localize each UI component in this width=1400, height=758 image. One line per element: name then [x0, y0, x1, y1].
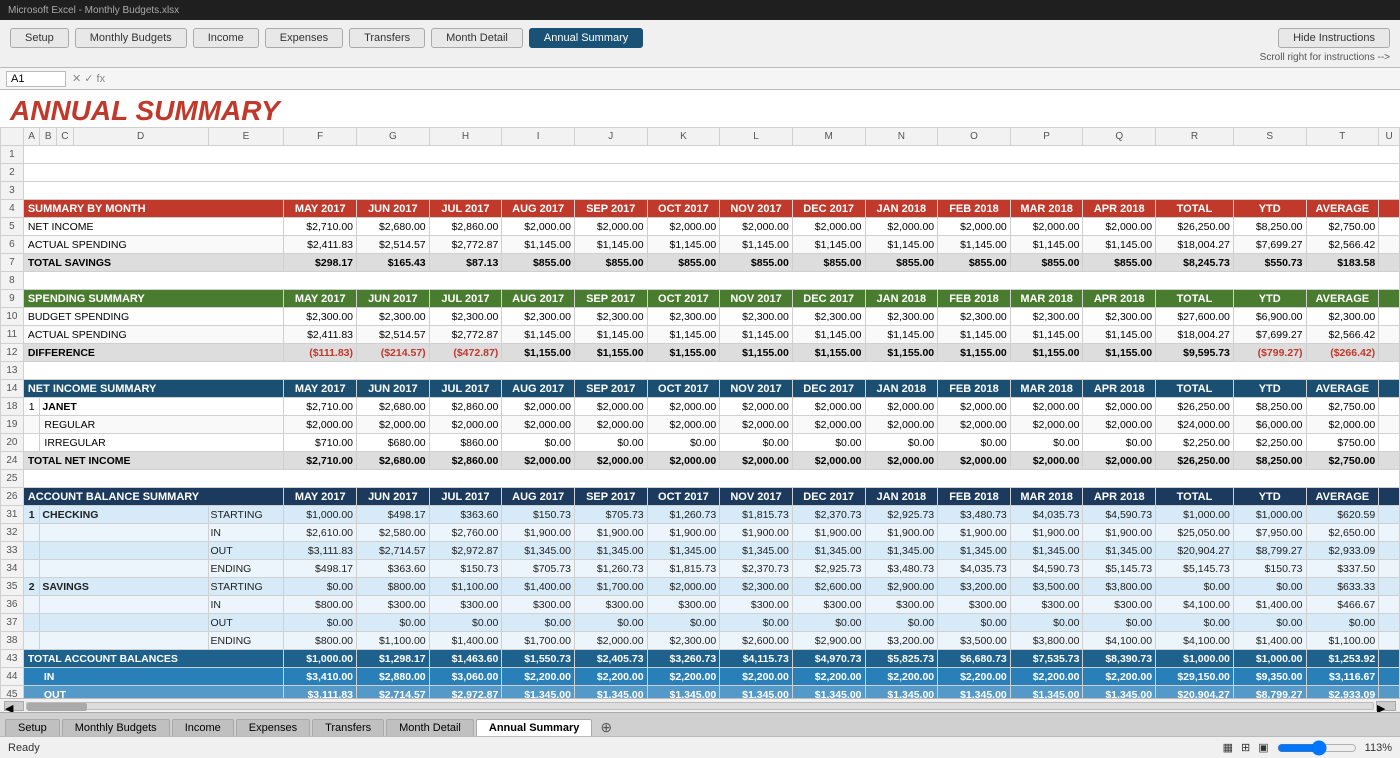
scroll-thumb[interactable]: [27, 703, 87, 711]
summary-by-month-label: SUMMARY BY MONTH: [23, 200, 284, 218]
col-j[interactable]: J: [574, 128, 647, 146]
total-savings-row: 7 TOTAL SAVINGS $298.17$165.43$87.13$855…: [1, 254, 1400, 272]
window-title: Microsoft Excel - Monthly Budgets.xlsx: [8, 5, 179, 16]
monthly-budgets-button[interactable]: Monthly Budgets: [75, 28, 187, 48]
checking-ending-row: 34 ENDING $498.17$363.60$150.73$705.73$1…: [1, 560, 1400, 578]
row-2: 2: [1, 164, 1400, 182]
col-g[interactable]: G: [357, 128, 430, 146]
savings-starting-row: 35 2 SAVINGS STARTING $0.00$800.00$1,100…: [1, 578, 1400, 596]
row-13: 13: [1, 362, 1400, 380]
col-h[interactable]: H: [429, 128, 502, 146]
tab-setup[interactable]: Setup: [5, 719, 60, 736]
annual-summary-button[interactable]: Annual Summary: [529, 28, 643, 48]
row-1: 1: [1, 146, 1400, 164]
savings-ending-row: 38 ENDING $800.00$1,100.00$1,400.00$1,70…: [1, 632, 1400, 650]
tab-monthly-budgets[interactable]: Monthly Budgets: [62, 719, 170, 736]
view-layout-icon[interactable]: ⊞: [1241, 741, 1250, 754]
tab-month-detail[interactable]: Month Detail: [386, 719, 474, 736]
ready-status: Ready: [8, 742, 40, 754]
total-out-row: 45 OUT $3,111.83$2,714.57$2,972.87$1,345…: [1, 686, 1400, 699]
janet-row: 18 1 JANET $2,710.00$2,680.00$2,860.00$2…: [1, 398, 1400, 416]
col-k[interactable]: K: [647, 128, 720, 146]
regular-row: 19 REGULAR $2,000.00$2,000.00$2,000.00$2…: [1, 416, 1400, 434]
col-r[interactable]: R: [1156, 128, 1234, 146]
add-sheet-btn[interactable]: ⊕: [600, 719, 612, 736]
spending-summary-header-row: 9 SPENDING SUMMARY MAY 2017JUN 2017JUL 2…: [1, 290, 1400, 308]
scroll-right-btn[interactable]: ▶: [1376, 701, 1396, 711]
row-3: 3: [1, 182, 1400, 200]
irregular-row: 20 IRREGULAR $710.00$680.00$860.00$0.00$…: [1, 434, 1400, 452]
col-l[interactable]: L: [720, 128, 793, 146]
ribbon: Setup Monthly Budgets Income Expenses Tr…: [0, 20, 1400, 68]
scroll-hint: Scroll right for instructions -->: [0, 52, 1400, 63]
name-box[interactable]: [6, 71, 66, 87]
col-u[interactable]: U: [1379, 128, 1400, 146]
view-normal-icon[interactable]: ▦: [1223, 741, 1233, 754]
tab-transfers[interactable]: Transfers: [312, 719, 384, 736]
col-i[interactable]: I: [502, 128, 575, 146]
transfers-button[interactable]: Transfers: [349, 28, 425, 48]
sheet-tabs: Setup Monthly Budgets Income Expenses Tr…: [0, 712, 1400, 736]
view-page-icon[interactable]: ▣: [1258, 741, 1268, 754]
col-s[interactable]: S: [1233, 128, 1306, 146]
checking-starting-row: 31 1 CHECKING STARTING $1,000.00$498.17$…: [1, 506, 1400, 524]
horizontal-scrollbar[interactable]: ◀ ▶: [0, 698, 1400, 712]
scroll-left-btn[interactable]: ◀: [4, 701, 24, 711]
zoom-slider[interactable]: [1277, 740, 1357, 756]
col-m[interactable]: M: [792, 128, 865, 146]
net-income-summary-header-row: 14 NET INCOME SUMMARY MAY 2017JUN 2017JU…: [1, 380, 1400, 398]
summary-by-month-header-row: 4 SUMMARY BY MONTH MAY 2017 JUN 2017 JUL…: [1, 200, 1400, 218]
formula-bar: ✕ ✓ fx: [0, 68, 1400, 90]
actual-spending-ss-row: 11 ACTUAL SPENDING $2,411.83$2,514.57$2,…: [1, 326, 1400, 344]
corner-header: [1, 128, 24, 146]
income-button[interactable]: Income: [193, 28, 259, 48]
zoom-level: 113%: [1365, 742, 1392, 754]
scroll-track[interactable]: [26, 702, 1374, 710]
row-8: 8: [1, 272, 1400, 290]
nav-buttons: Setup Monthly Budgets Income Expenses Tr…: [0, 24, 1400, 52]
tab-expenses[interactable]: Expenses: [236, 719, 310, 736]
col-e[interactable]: E: [208, 128, 284, 146]
spreadsheet: A B C D E F G H I J K L M N O P Q: [0, 127, 1400, 698]
total-accounts-starting-row: 43 TOTAL ACCOUNT BALANCES $1,000.00$1,29…: [1, 650, 1400, 668]
actual-spending-row: 6 ACTUAL SPENDING $2,411.83$2,514.57$2,7…: [1, 236, 1400, 254]
budget-spending-row: 10 BUDGET SPENDING $2,300.00$2,300.00$2,…: [1, 308, 1400, 326]
checking-in-row: 32 IN $2,610.00$2,580.00$2,760.00$1,900.…: [1, 524, 1400, 542]
setup-button[interactable]: Setup: [10, 28, 69, 48]
tab-income[interactable]: Income: [172, 719, 234, 736]
total-net-income-row: 24 TOTAL NET INCOME $2,710.00$2,680.00$2…: [1, 452, 1400, 470]
annual-summary-title-area: ANNUAL SUMMARY: [0, 90, 1400, 127]
col-t[interactable]: T: [1306, 128, 1379, 146]
savings-in-row: 36 IN $800.00$300.00$300.00$300.00$300.0…: [1, 596, 1400, 614]
col-a[interactable]: A: [23, 128, 40, 146]
account-balance-header-row: 26 ACCOUNT BALANCE SUMMARY MAY 2017JUN 2…: [1, 488, 1400, 506]
status-bar: Ready ▦ ⊞ ▣ 113%: [0, 736, 1400, 758]
month-detail-button[interactable]: Month Detail: [431, 28, 523, 48]
tab-annual-summary[interactable]: Annual Summary: [476, 719, 592, 736]
page-title: ANNUAL SUMMARY: [10, 95, 1390, 127]
col-q[interactable]: Q: [1083, 128, 1156, 146]
data-table: A B C D E F G H I J K L M N O P Q: [0, 127, 1400, 698]
expenses-button[interactable]: Expenses: [265, 28, 343, 48]
col-n[interactable]: N: [865, 128, 938, 146]
col-d[interactable]: D: [73, 128, 208, 146]
col-b[interactable]: B: [40, 128, 57, 146]
col-f[interactable]: F: [284, 128, 357, 146]
difference-row: 12 DIFFERENCE ($111.83)($214.57)($472.87…: [1, 344, 1400, 362]
savings-out-row: 37 OUT $0.00$0.00$0.00$0.00$0.00$0.00$0.…: [1, 614, 1400, 632]
total-in-row: 44 IN $3,410.00$2,880.00$3,060.00$2,200.…: [1, 668, 1400, 686]
net-income-row: 5 NET INCOME $2,710.00$2,680.00$2,860.00…: [1, 218, 1400, 236]
checking-out-row: 33 OUT $3,111.83$2,714.57$2,972.87$1,345…: [1, 542, 1400, 560]
col-p[interactable]: P: [1010, 128, 1083, 146]
col-o[interactable]: O: [938, 128, 1011, 146]
main-container: Microsoft Excel - Monthly Budgets.xlsx S…: [0, 0, 1400, 758]
row-25: 25: [1, 470, 1400, 488]
col-c[interactable]: C: [57, 128, 74, 146]
hide-instructions-button[interactable]: Hide Instructions: [1278, 28, 1390, 48]
